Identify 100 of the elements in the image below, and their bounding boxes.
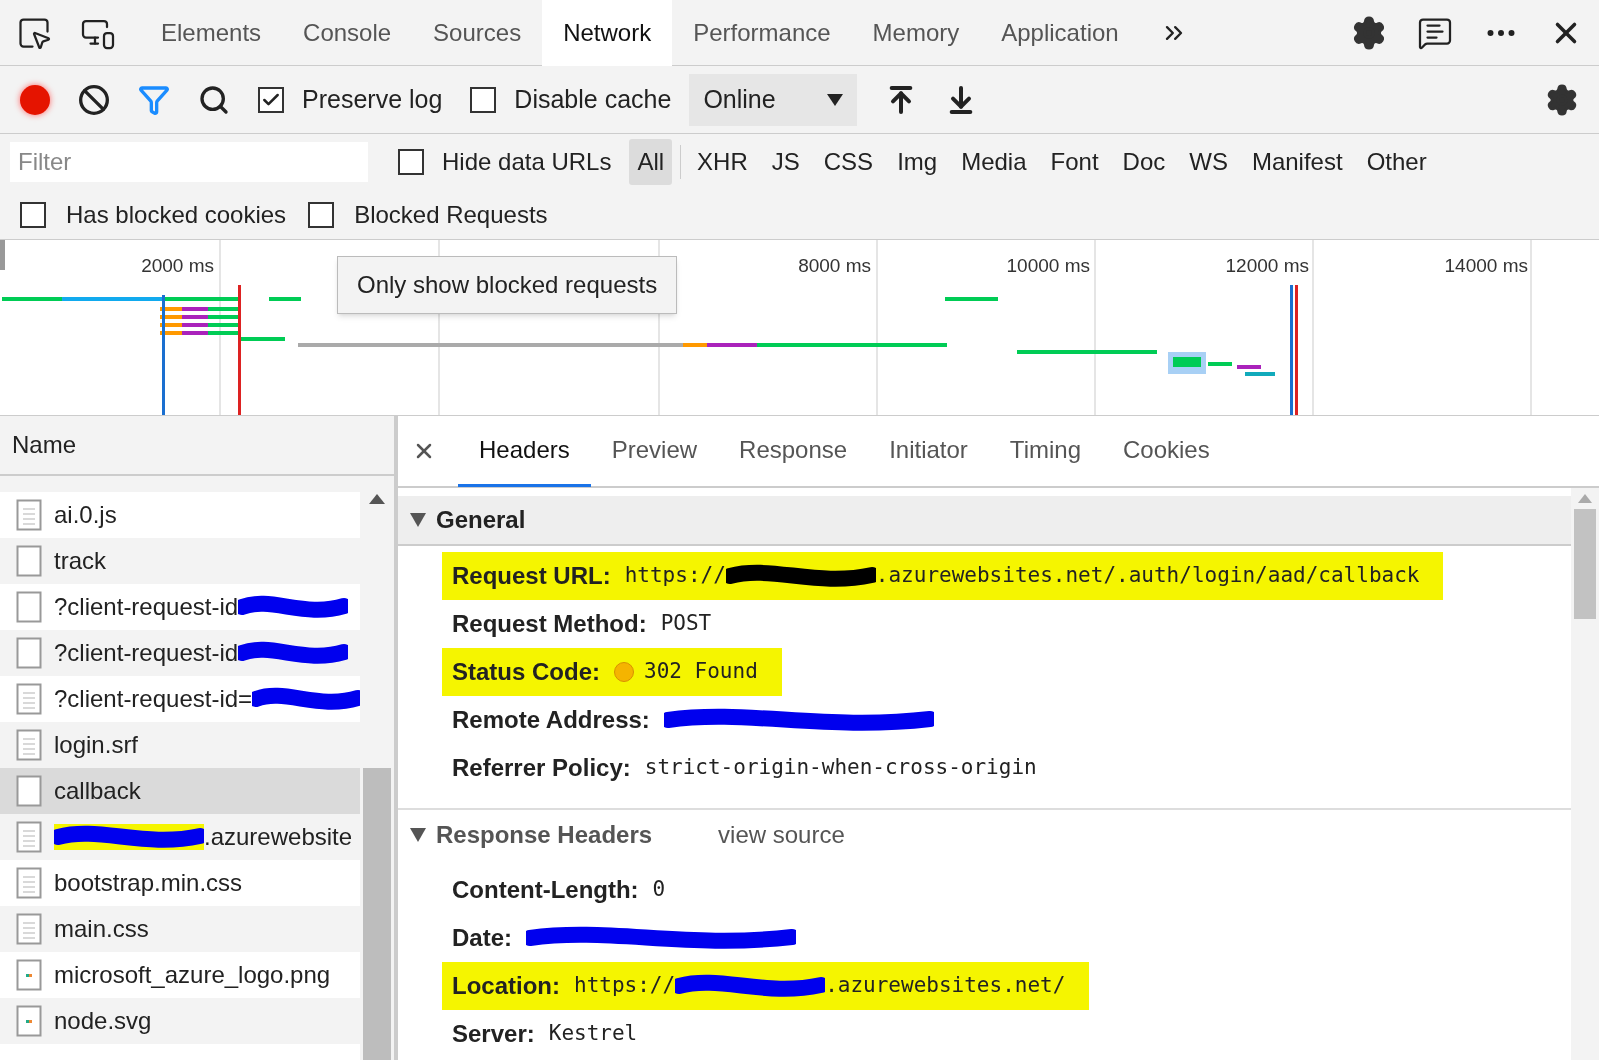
request-name: ?client-request-id=: [54, 684, 253, 714]
header-value: 0: [652, 876, 666, 904]
checkbox-label: Blocked Requests: [354, 199, 548, 230]
detail-tab[interactable]: Timing: [988, 415, 1102, 487]
checkbox[interactable]: [398, 149, 424, 175]
file-icon: [16, 499, 42, 531]
panel-tab[interactable]: Sources: [412, 0, 543, 66]
request-name: ?client-request-id: [54, 638, 239, 668]
header-value: https://: [624, 562, 726, 590]
scrollbar[interactable]: [1571, 488, 1599, 1060]
request-name: node.svg: [54, 1006, 152, 1036]
file-icon: [16, 729, 42, 761]
file-icon: [16, 867, 42, 899]
request-row[interactable]: login.srf: [0, 722, 360, 768]
expand-triangle-icon: [410, 828, 426, 842]
time-tick-label: 14000 ms: [1444, 254, 1528, 278]
detail-tab[interactable]: Preview: [590, 415, 719, 487]
type-filter-button[interactable]: WS: [1181, 139, 1236, 185]
section-header[interactable]: Response Headers view source: [398, 810, 1571, 860]
request-name: main.css: [54, 914, 149, 944]
time-tick-label: 12000 ms: [1225, 254, 1309, 278]
request-row[interactable]: .azurewebsite: [0, 814, 360, 860]
header-value: .azurewebsites.net/: [825, 972, 1066, 1000]
filter-icon[interactable]: [138, 83, 170, 116]
request-name: microsoft_azure_logo.png: [54, 960, 331, 990]
file-icon: [16, 821, 42, 853]
scrollbar-thumb[interactable]: [363, 768, 391, 1060]
file-icon: [16, 545, 42, 577]
header-name: Content-Length:: [452, 875, 639, 905]
checkbox[interactable]: [470, 86, 497, 113]
type-filter-button[interactable]: Other: [1358, 139, 1435, 185]
file-icon: [16, 591, 42, 623]
clear-icon[interactable]: [78, 83, 110, 116]
request-name: ai.0.js: [54, 500, 117, 530]
request-row[interactable]: node.svg: [0, 998, 360, 1044]
checkbox[interactable]: [20, 201, 46, 228]
detail-tab[interactable]: Cookies: [1102, 415, 1231, 487]
filter-field[interactable]: Filter: [10, 142, 368, 182]
type-filter-button[interactable]: Font: [1042, 139, 1107, 185]
dropdown-caret-icon: [827, 93, 844, 106]
request-name: bootstrap.min.css: [54, 868, 243, 898]
column-header[interactable]: Name: [0, 416, 394, 476]
header-value: POST: [660, 610, 712, 638]
view-source-link[interactable]: view source: [718, 817, 845, 853]
file-icon: [16, 1005, 42, 1037]
section-header[interactable]: General: [398, 496, 1571, 546]
detail-tab[interactable]: Initiator: [868, 415, 989, 487]
time-tick-label: 8000 ms: [798, 254, 871, 278]
scrollbar[interactable]: [360, 492, 394, 1060]
request-row[interactable]: main.css: [0, 906, 360, 952]
checkbox[interactable]: [258, 86, 284, 113]
type-filter-button[interactable]: Doc: [1114, 139, 1174, 185]
panel-tab[interactable]: Elements: [140, 0, 283, 66]
checkbox-label: Preserve log: [302, 83, 443, 115]
header-name: Date:: [452, 923, 512, 953]
checkbox-label: Has blocked cookies: [66, 199, 287, 230]
file-icon: [16, 775, 42, 807]
panel-tab[interactable]: Application: [980, 0, 1140, 66]
request-name: login.srf: [54, 730, 139, 760]
time-tick-label: 10000 ms: [1006, 254, 1090, 278]
type-filter-button[interactable]: Manifest: [1243, 139, 1351, 185]
time-tick-label: 2000 ms: [141, 254, 214, 278]
header-value: 302 Found: [644, 658, 758, 686]
header-value: .azurewebsites.net/.auth/login/aad/callback: [875, 562, 1420, 590]
detail-tab[interactable]: Response: [718, 415, 869, 487]
request-name: ?client-request-id: [54, 592, 239, 622]
settings-icon[interactable]: [1351, 14, 1387, 51]
type-filter-button[interactable]: XHR: [689, 139, 756, 185]
type-filter-button[interactable]: All: [629, 139, 673, 185]
panel-tab[interactable]: Network: [542, 0, 673, 66]
type-filter-button[interactable]: CSS: [815, 139, 882, 185]
tooltip: Only show blocked requests: [337, 256, 678, 314]
header-value: strict-origin-when-cross-origin: [644, 754, 1037, 782]
file-icon: [16, 959, 42, 991]
type-filter-button[interactable]: Media: [953, 139, 1035, 185]
header-value: https://: [574, 972, 676, 1000]
file-icon: [16, 683, 42, 715]
record-icon[interactable]: [20, 84, 50, 115]
checkbox[interactable]: [308, 201, 335, 228]
file-icon: [16, 913, 42, 945]
request-row[interactable]: track: [0, 538, 360, 584]
request-row[interactable]: callback: [0, 768, 360, 814]
header-value: Kestrel: [548, 1020, 638, 1048]
header-name: Server:: [452, 1019, 535, 1049]
header-name: Location:: [452, 971, 560, 1001]
request-name: callback: [54, 776, 141, 806]
header-name: Request Method:: [452, 609, 647, 639]
search-icon[interactable]: [198, 83, 230, 116]
settings-icon[interactable]: [1545, 82, 1579, 117]
panel-tab[interactable]: Console: [282, 0, 413, 66]
checkbox-label: Hide data URLs: [442, 147, 612, 177]
throttling-select[interactable]: Online: [689, 73, 858, 126]
panel-tab[interactable]: Memory: [851, 0, 981, 66]
panel-tab[interactable]: Performance: [672, 0, 852, 66]
scroll-up-icon[interactable]: [369, 494, 385, 504]
type-filter-button[interactable]: Img: [889, 139, 946, 185]
scrollbar-thumb[interactable]: [1574, 509, 1596, 619]
type-filter-button[interactable]: JS: [763, 139, 808, 185]
request-row[interactable]: ?client-request-id: [0, 630, 360, 676]
header-name: Referrer Policy:: [452, 753, 631, 783]
